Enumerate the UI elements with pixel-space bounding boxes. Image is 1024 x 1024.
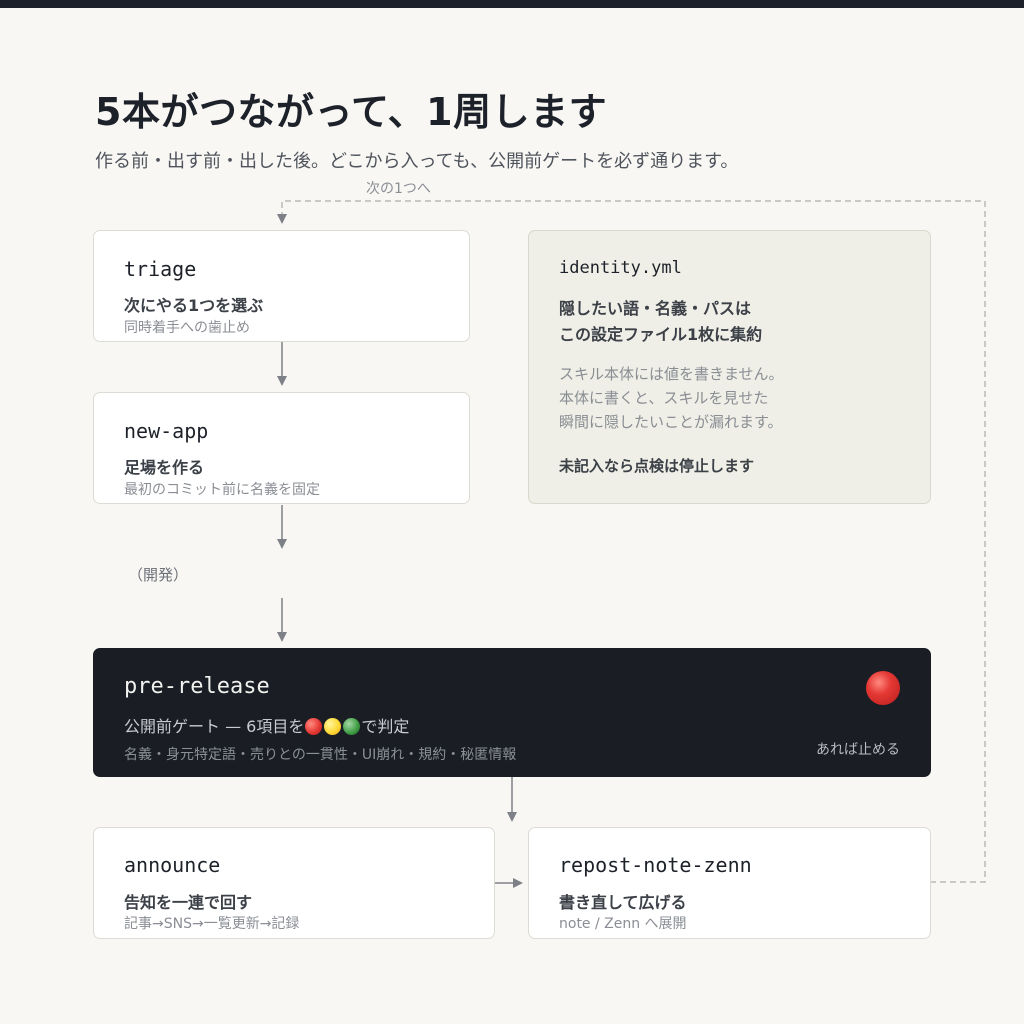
node-repost-note: note / Zenn へ展開 [559, 916, 687, 932]
node-announce[interactable]: announce 告知を一連で回す 記事→SNS→一覧更新→記録 [93, 827, 495, 939]
node-new-app-name: new-app [124, 419, 209, 443]
dev-label: （開発） [128, 566, 189, 584]
node-new-app[interactable]: new-app 足場を作る 最初のコミット前に名義を固定 [93, 392, 470, 504]
node-identity-name: identity.yml [559, 258, 682, 278]
node-pre-release-note: 名義・身元特定語・売りとの一貫性・UI崩れ・規約・秘匿情報 [124, 747, 517, 763]
node-triage[interactable]: triage 次にやる1つを選ぶ 同時着手への歯止め [93, 230, 470, 342]
node-triage-name: triage [124, 257, 197, 281]
red-dot-icon [305, 718, 323, 735]
node-triage-desc: 次にやる1つを選ぶ [124, 296, 264, 315]
yellow-dot-icon [324, 718, 342, 735]
node-new-app-desc: 足場を作る [124, 458, 205, 477]
red-circle-icon [866, 671, 900, 705]
loop-label: 次の1つへ [366, 181, 431, 197]
node-identity-line1: 隠したい語・名義・パスは [559, 299, 752, 318]
green-dot-icon [343, 718, 361, 735]
node-identity-gray1: スキル本体には値を書きません。 [559, 365, 784, 383]
node-announce-desc: 告知を一連で回す [124, 893, 253, 912]
node-pre-release-name: pre-release [124, 674, 270, 699]
node-repost-desc: 書き直して広げる [559, 893, 687, 912]
node-pre-release-desc: 公開前ゲート — 6項目を で判定 [124, 713, 409, 737]
node-pre-release[interactable]: pre-release 公開前ゲート — 6項目を で判定 名義・身元特定語・売り… [93, 648, 931, 777]
node-repost-name: repost-note-zenn [559, 853, 752, 877]
node-repost-note-zenn[interactable]: repost-note-zenn 書き直して広げる note / Zenn へ展… [528, 827, 931, 939]
node-announce-note: 記事→SNS→一覧更新→記録 [124, 916, 300, 932]
node-identity-footer: 未記入なら点検は停止します [559, 457, 755, 475]
node-pre-release-desc-prefix: 公開前ゲート — 6項目を [124, 717, 305, 736]
node-pre-release-desc-suffix: で判定 [361, 717, 410, 736]
node-identity[interactable]: identity.yml 隠したい語・名義・パスは この設定ファイル1枚に集約 … [528, 230, 931, 504]
node-announce-name: announce [124, 853, 221, 877]
node-new-app-note: 最初のコミット前に名義を固定 [124, 482, 320, 498]
node-triage-note: 同時着手への歯止め [124, 320, 250, 336]
node-identity-gray3: 瞬間に隠したいことが漏れます。 [559, 413, 783, 431]
node-identity-line2: この設定ファイル1枚に集約 [559, 325, 763, 344]
node-pre-release-stop: あれば止める [816, 742, 900, 758]
node-identity-gray2: 本体に書くと、スキルを見せた [559, 389, 769, 407]
